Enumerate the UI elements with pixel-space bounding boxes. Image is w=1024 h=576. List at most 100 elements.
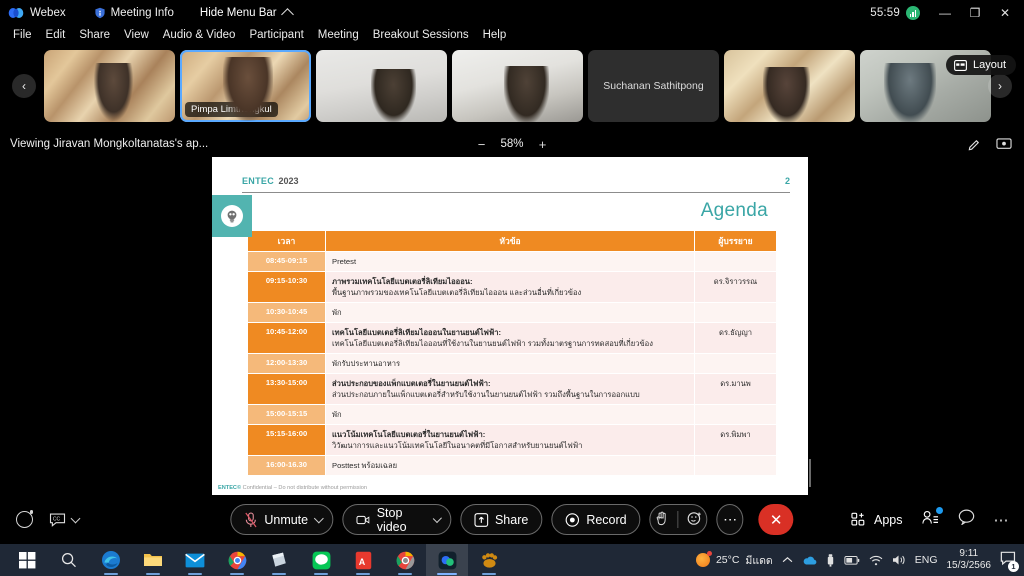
network-signal-icon[interactable] [906, 5, 920, 20]
viewing-label: Viewing Jiravan Mongkoltanatas's ap... [10, 138, 209, 150]
menu-meeting[interactable]: Meeting [311, 28, 366, 42]
taskbar-app-chrome[interactable] [216, 544, 258, 576]
closed-caption-button[interactable]: CC [49, 513, 81, 527]
volume-icon[interactable] [892, 554, 906, 566]
participants-button[interactable] [921, 506, 943, 530]
share-button[interactable]: Share [459, 504, 543, 535]
video-tile[interactable] [724, 50, 855, 122]
taskbar-app-edge[interactable] [90, 544, 132, 576]
cell-topic: แนวโน้มเทคโนโลยีแบตเตอรี่ในยานยนต์ไฟฟ้า:… [325, 424, 695, 456]
reactions-button[interactable] [687, 511, 702, 529]
minimize-button[interactable]: — [930, 1, 960, 25]
lightbulb-icon [221, 205, 243, 227]
record-button[interactable]: Record [551, 504, 641, 535]
filmstrip-next-button[interactable]: › [988, 74, 1012, 98]
topic-title: แนวโน้มเทคโนโลยีแบตเตอรี่ในยานยนต์ไฟฟ้า: [332, 430, 486, 439]
more-options-button[interactable]: ⋯ [716, 504, 744, 535]
annotate-icon[interactable] [967, 137, 982, 152]
menu-edit[interactable]: Edit [39, 28, 73, 42]
clock-date: 15/3/2566 [946, 560, 992, 571]
menu-audio-video[interactable]: Audio & Video [156, 28, 243, 42]
chevron-down-icon [70, 513, 81, 523]
video-tile[interactable] [44, 50, 175, 122]
zoom-out-button[interactable]: − [474, 137, 488, 152]
paw-app-icon [481, 552, 497, 568]
share-label: Share [494, 512, 529, 527]
taskbar-app-chrome-2[interactable] [384, 544, 426, 576]
table-row: 15:00-15:15 พัก [247, 404, 777, 425]
topic-description: เทคโนโลยีแบตเตอรี่ลิเทียมไอออนที่ใช้งานใ… [332, 339, 653, 348]
taskbar-app-webex[interactable] [426, 544, 468, 576]
chevron-up-icon [280, 7, 294, 21]
usb-device-icon[interactable] [826, 553, 835, 567]
slide-header-line: ENTEC 2023 2 [242, 171, 790, 193]
layout-button[interactable]: Layout [945, 55, 1016, 75]
unmute-button[interactable]: Unmute [230, 504, 334, 535]
zoom-in-button[interactable]: + [536, 137, 550, 152]
video-tile[interactable] [452, 50, 583, 122]
battery-icon[interactable] [844, 555, 860, 565]
viewing-bar-right [967, 137, 1024, 152]
onedrive-icon[interactable] [802, 555, 817, 566]
clock-widget[interactable]: 9:11 15/3/2566 [947, 548, 992, 572]
chevron-down-icon[interactable] [313, 513, 324, 523]
share-screen-view-icon[interactable] [996, 137, 1012, 152]
closed-caption-icon: CC [49, 513, 66, 527]
slide-scrollbar-thumb[interactable] [809, 459, 811, 487]
taskbar-app-store[interactable] [258, 544, 300, 576]
shared-slide[interactable]: ENTEC 2023 2 Agenda เวลา หัวข้อ ผู้บรรยา… [212, 157, 812, 495]
slide-scrollbar[interactable] [808, 157, 812, 495]
cell-time: 09:15-10:30 [247, 271, 326, 303]
slide-brand: ENTEC [242, 176, 275, 186]
start-button[interactable] [6, 544, 48, 576]
end-meeting-button[interactable]: ✕ [758, 504, 794, 535]
cell-topic: Pretest [325, 251, 695, 272]
video-tile-no-video[interactable]: Suchanan Sathitpong [588, 50, 719, 122]
taskbar-app-line[interactable] [300, 544, 342, 576]
chat-button[interactable] [958, 509, 975, 530]
menu-breakout-sessions[interactable]: Breakout Sessions [366, 28, 476, 42]
title-bar-right: 55:59 — ❐ ✕ [870, 1, 1024, 25]
language-indicator[interactable]: ENG [915, 554, 938, 566]
control-bar-more-button[interactable]: ⋯ [994, 511, 1011, 529]
weather-widget[interactable]: 25°C มีแดด [695, 551, 773, 569]
search-icon [61, 552, 76, 568]
menu-participant[interactable]: Participant [242, 28, 310, 42]
meeting-info-button[interactable]: Meeting Info [94, 7, 174, 19]
taskbar-app-acrobat[interactable]: A [342, 544, 384, 576]
record-icon [565, 512, 580, 527]
webex-taskbar-icon [438, 551, 456, 569]
agenda-table-head: เวลา หัวข้อ ผู้บรรยาย [247, 230, 777, 252]
participant-name-badge: Pimpa Limthongkul [185, 102, 278, 117]
video-tile[interactable] [316, 50, 447, 122]
apps-button[interactable]: Apps [851, 512, 903, 527]
menu-share[interactable]: Share [72, 28, 117, 42]
close-button[interactable]: ✕ [990, 1, 1020, 25]
weather-temperature: 25°C [715, 554, 740, 566]
menu-file[interactable]: File [6, 28, 39, 42]
menu-view[interactable]: View [117, 28, 156, 42]
zoom-level-value[interactable]: 58% [500, 138, 523, 150]
control-bar-center: Unmute Stop video Share Record ⋯ ✕ [230, 504, 794, 535]
raise-hand-button[interactable] [655, 511, 668, 529]
recording-indicator-icon[interactable] [16, 510, 33, 528]
maximize-button[interactable]: ❐ [960, 1, 990, 25]
taskbar-app-mail[interactable] [174, 544, 216, 576]
wifi-icon[interactable] [869, 555, 883, 566]
cell-topic: Posttest พร้อมเฉลย [325, 455, 695, 476]
chevron-down-icon[interactable] [432, 513, 442, 523]
tray-overflow-button[interactable] [782, 556, 793, 564]
cell-time: 16:00-16.30 [247, 455, 326, 476]
hide-menu-bar-button[interactable]: Hide Menu Bar [200, 7, 294, 21]
taskbar-app-orange[interactable] [468, 544, 510, 576]
stop-video-label: Stop video [376, 505, 407, 534]
video-tile-active[interactable]: Pimpa Limthongkul [180, 50, 311, 122]
filmstrip-prev-button[interactable]: ‹ [12, 74, 36, 98]
stop-video-button[interactable]: Stop video [342, 504, 451, 535]
taskbar-app-file-explorer[interactable] [132, 544, 174, 576]
agenda-table-body: 08:45-09:15 Pretest 09:15-10:30 ภาพรวมเท… [247, 251, 777, 476]
search-button[interactable] [48, 544, 90, 576]
notification-center-button[interactable]: 1 [1000, 551, 1019, 572]
record-label: Record [586, 512, 627, 527]
menu-help[interactable]: Help [476, 28, 514, 42]
